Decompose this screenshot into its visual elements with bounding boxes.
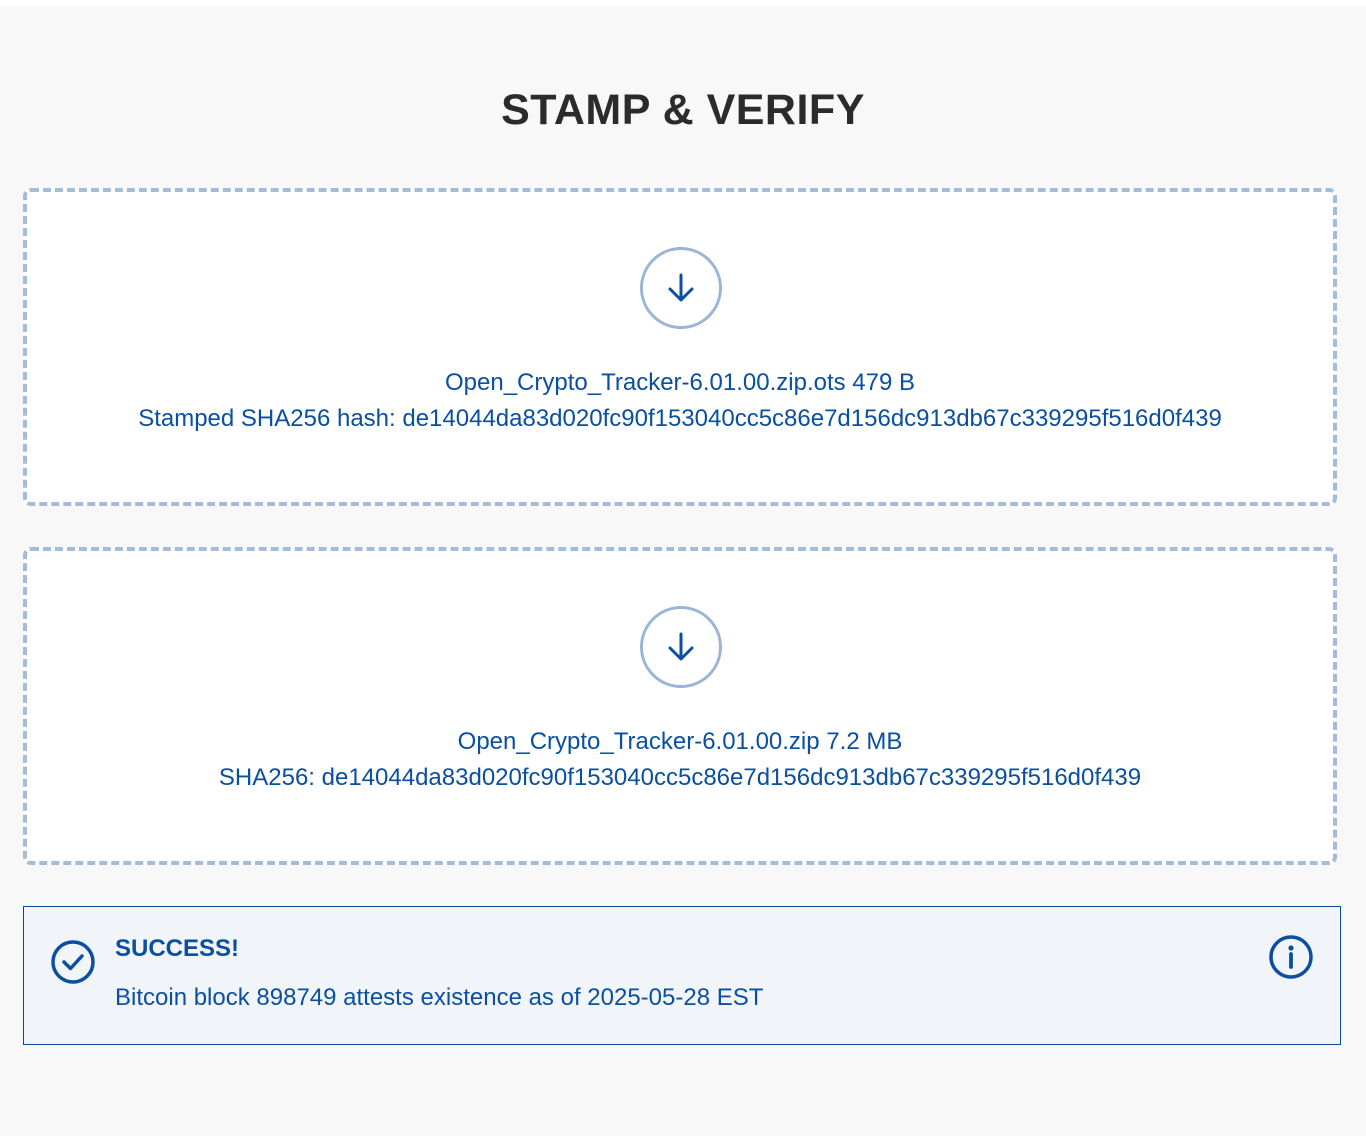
ots-download-button[interactable] bbox=[640, 247, 722, 329]
alert-message: Bitcoin block 898749 attests existence a… bbox=[115, 984, 764, 1011]
check-circle-icon bbox=[51, 940, 95, 984]
download-arrow-icon bbox=[668, 632, 694, 661]
target-hash-info: SHA256: de14044da83d020fc90f153040cc5c86… bbox=[27, 764, 1333, 792]
ots-hash-value: de14044da83d020fc90f153040cc5c86e7d156dc… bbox=[402, 405, 1222, 432]
ots-filename: Open_Crypto_Tracker-6.01.00.zip.ots bbox=[444, 369, 846, 396]
ots-file-info: Open_Crypto_Tracker-6.01.00.zip.ots 479 … bbox=[27, 369, 1333, 397]
success-alert: SUCCESS! Bitcoin block 898749 attests ex… bbox=[23, 906, 1341, 1045]
download-arrow-icon bbox=[668, 273, 694, 302]
page-background: STAMP & VERIFY Open_Crypto_Tracker-6.01.… bbox=[0, 6, 1366, 1136]
page-title: STAMP & VERIFY bbox=[501, 86, 865, 134]
ots-hash-label: Stamped SHA256 hash: bbox=[138, 405, 396, 432]
ots-filesize: 479 B bbox=[852, 369, 916, 396]
target-hash-label: SHA256: bbox=[218, 764, 315, 791]
target-hash-value: de14044da83d020fc90f153040cc5c86e7d156dc… bbox=[321, 764, 1142, 791]
alert-title: SUCCESS! bbox=[115, 935, 240, 962]
target-filesize: 7.2 MB bbox=[826, 728, 903, 755]
ots-drop-zone[interactable]: Open_Crypto_Tracker-6.01.00.zip.ots 479 … bbox=[23, 188, 1337, 506]
ots-hash-info: Stamped SHA256 hash: de14044da83d020fc90… bbox=[27, 405, 1333, 433]
target-filename: Open_Crypto_Tracker-6.01.00.zip bbox=[457, 728, 820, 755]
target-file-info: Open_Crypto_Tracker-6.01.00.zip 7.2 MB bbox=[27, 728, 1333, 756]
file-drop-zone[interactable]: Open_Crypto_Tracker-6.01.00.zip 7.2 MB S… bbox=[23, 547, 1337, 865]
file-download-button[interactable] bbox=[640, 606, 722, 688]
info-icon[interactable] bbox=[1268, 934, 1314, 980]
